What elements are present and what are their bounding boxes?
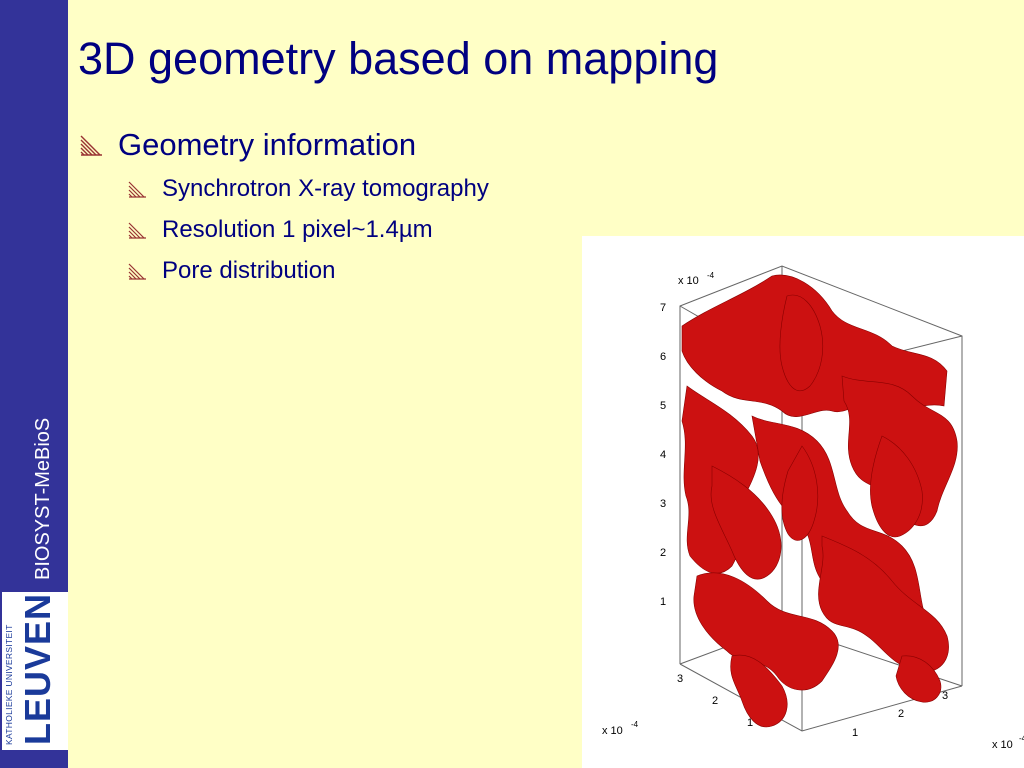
- slide-title: 3D geometry based on mapping: [78, 33, 719, 84]
- z-tick: 1: [660, 596, 666, 608]
- bullet-sub-1: Synchrotron X-ray tomography: [128, 174, 489, 204]
- bullet-icon: [80, 135, 102, 156]
- y-axis-exponent: -4: [1019, 734, 1024, 743]
- bullet-icon: [128, 181, 146, 198]
- y-axis: 1 2 3 x 10 -4: [852, 690, 1024, 751]
- bullet-main-text: Geometry information: [118, 127, 417, 162]
- bullet-sub-3: Pore distribution: [128, 256, 335, 286]
- pore-structure-figure: x 10 -4 7 6 5 4 3 2 1 3 2 1 x 10 -4 1 2 …: [582, 236, 1024, 768]
- pore-network: [681, 274, 958, 728]
- bullet-sub-3-text: Pore distribution: [162, 257, 336, 284]
- y-tick: 2: [898, 708, 904, 720]
- y-tick: 1: [852, 727, 858, 739]
- z-tick: 7: [660, 302, 666, 314]
- department-label: BIOSYST-MeBioS: [32, 417, 54, 580]
- z-tick: 3: [660, 498, 666, 510]
- z-axis-exponent: -4: [707, 271, 715, 280]
- x-axis: 3 2 1 x 10 -4: [602, 673, 753, 737]
- bullet-icon: [128, 222, 146, 239]
- x-tick: 1: [747, 717, 753, 729]
- z-axis-multiplier: x 10: [678, 275, 699, 287]
- x-axis-exponent: -4: [631, 720, 639, 729]
- y-tick: 3: [942, 690, 948, 702]
- bullet-main: Geometry information: [80, 126, 416, 164]
- sidebar: BIOSYST-MeBioS KATHOLIEKE UNIVERSITEIT L…: [0, 0, 68, 768]
- bullet-sub-2: Resolution 1 pixel~1.4µm: [128, 215, 433, 245]
- y-axis-multiplier: x 10: [992, 739, 1013, 751]
- logo-wordmark: LEUVEN: [17, 592, 58, 745]
- bullet-sub-1-text: Synchrotron X-ray tomography: [162, 175, 489, 202]
- logo-subtitle: KATHOLIEKE UNIVERSITEIT: [4, 624, 14, 745]
- bullet-icon: [128, 263, 146, 280]
- z-tick: 2: [660, 547, 666, 559]
- pore-structure-plot: x 10 -4 7 6 5 4 3 2 1 3 2 1 x 10 -4 1 2 …: [602, 265, 1024, 751]
- x-axis-multiplier: x 10: [602, 725, 623, 737]
- x-tick: 2: [712, 695, 718, 707]
- x-tick: 3: [677, 673, 683, 685]
- z-tick: 6: [660, 351, 666, 363]
- bullet-sub-2-text: Resolution 1 pixel~1.4µm: [162, 216, 433, 243]
- z-tick: 5: [660, 400, 666, 412]
- z-tick: 4: [660, 449, 666, 461]
